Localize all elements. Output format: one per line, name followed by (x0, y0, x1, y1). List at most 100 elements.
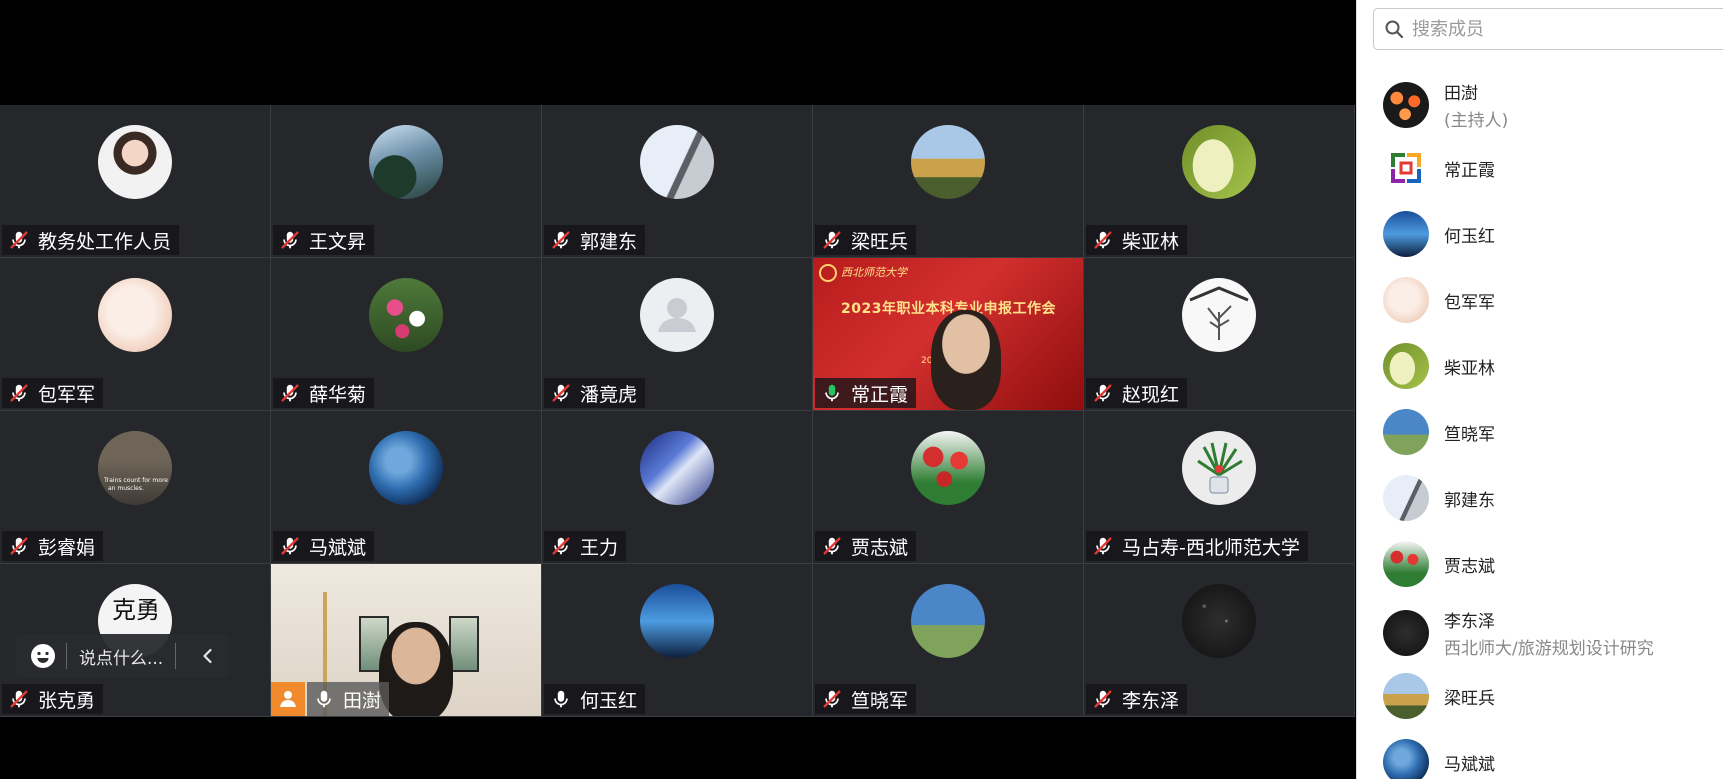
chat-divider (66, 643, 67, 669)
participant-nameplate: 彭睿娟 (2, 531, 104, 561)
participant-nameplate: 包军军 (2, 378, 104, 408)
avatar (911, 125, 985, 199)
participant-name: 马斌斌 (309, 536, 367, 559)
member-panel: 田澍 (主持人) 常正霞 何玉红 包军军 柴亚林 笪晓军 郭建东 (1356, 0, 1723, 779)
member-item[interactable]: 田澍 (主持人) (1383, 79, 1508, 131)
participant-grid: 教务处工作人员 王文昇 郭建东 梁旺兵 柴亚林 包军军 薛华菊 潘竟虎 西北师范… (0, 105, 1355, 717)
participant-name: 马占寿-西北师范大学 (1122, 536, 1300, 559)
participant-tile[interactable]: 王文昇 (271, 105, 541, 257)
member-item[interactable]: 梁旺兵 (1383, 673, 1495, 719)
avatar (911, 584, 985, 658)
participant-tile[interactable]: 梁旺兵 (813, 105, 1083, 257)
participant-nameplate: 马占寿-西北师范大学 (1086, 531, 1308, 561)
member-avatar (1383, 409, 1429, 455)
avatar (1182, 431, 1256, 505)
participant-tile[interactable]: 笪晓军 (813, 564, 1083, 716)
participant-tile[interactable]: 潘竟虎 (542, 258, 812, 410)
participant-tile[interactable]: 李东泽 (1084, 564, 1354, 716)
member-name: 柴亚林 (1444, 358, 1495, 379)
mic-muted-icon (550, 382, 572, 404)
member-item[interactable]: 笪晓军 (1383, 409, 1495, 455)
mic-muted-icon (8, 688, 30, 710)
banner-university: 西北师范大学 (841, 266, 907, 279)
participant-nameplate: 王力 (544, 531, 627, 561)
member-name: 包军军 (1444, 292, 1495, 313)
member-name: 田澍 (1444, 84, 1478, 104)
member-item[interactable]: 马斌斌 (1383, 739, 1495, 779)
participant-name: 潘竟虎 (580, 383, 638, 406)
mic-muted-icon (550, 229, 572, 251)
member-avatar (1383, 610, 1429, 656)
avatar (640, 431, 714, 505)
member-name: 何玉红 (1444, 226, 1495, 247)
participant-name: 常正霞 (851, 383, 909, 406)
member-name: 笪晓军 (1444, 424, 1495, 445)
avatar (1182, 584, 1256, 658)
member-avatar (1383, 541, 1429, 587)
chat-placeholder[interactable]: 说点什么... (79, 644, 163, 669)
participant-name: 何玉红 (580, 689, 638, 712)
member-item[interactable]: 常正霞 (1383, 145, 1495, 191)
participant-name: 王文昇 (309, 230, 367, 253)
member-name: 梁旺兵 (1444, 688, 1495, 709)
participant-nameplate: 李东泽 (1086, 684, 1188, 714)
member-item[interactable]: 郭建东 (1383, 475, 1495, 521)
participant-tile[interactable]: 贾志斌 (813, 411, 1083, 563)
member-item[interactable]: 贾志斌 (1383, 541, 1495, 587)
mic-muted-icon (1092, 229, 1114, 251)
mic-muted-icon (279, 229, 301, 251)
member-role: (主持人) (1444, 111, 1509, 131)
member-name: 郭建东 (1444, 490, 1495, 511)
member-avatar (1383, 277, 1429, 323)
member-avatar (1383, 343, 1429, 389)
member-avatar (1383, 211, 1429, 257)
participant-tile[interactable]: 薛华菊 (271, 258, 541, 410)
participant-tile[interactable]: 王力 (542, 411, 812, 563)
participant-nameplate: 梁旺兵 (815, 225, 917, 255)
participant-name: 薛华菊 (309, 383, 367, 406)
avatar (1182, 125, 1256, 199)
participant-video-tile[interactable]: 西北师范大学 2023年职业本科专业申报工作会 2023 常正霞 (813, 258, 1083, 410)
participant-tile[interactable]: 赵现红 (1084, 258, 1354, 410)
avatar-caption: an muscles. (108, 485, 144, 492)
avatar: Trains count for more an muscles. (98, 431, 172, 505)
avatar (1182, 278, 1256, 352)
member-search-box[interactable] (1373, 8, 1723, 50)
mic-speaking-icon (821, 382, 843, 404)
mic-muted-icon (279, 535, 301, 557)
participant-name: 柴亚林 (1122, 230, 1180, 253)
member-search-input[interactable] (1410, 17, 1694, 41)
smiley-icon[interactable] (30, 643, 56, 669)
member-item[interactable]: 柴亚林 (1383, 343, 1495, 389)
participant-nameplate: 何玉红 (544, 684, 646, 714)
host-video (379, 622, 453, 716)
participant-nameplate: 张克勇 (2, 684, 104, 714)
member-item[interactable]: 李东泽 西北师大/旅游规划设计研究 (1383, 607, 1654, 659)
app-logo-icon (1391, 153, 1421, 183)
member-item[interactable]: 何玉红 (1383, 211, 1495, 257)
participant-tile[interactable]: Trains count for more an muscles. 彭睿娟 (0, 411, 270, 563)
member-avatar (1383, 145, 1429, 191)
mic-muted-icon (8, 535, 30, 557)
participant-nameplate: 柴亚林 (1086, 225, 1188, 255)
avatar (911, 431, 985, 505)
participant-tile[interactable]: 马斌斌 (271, 411, 541, 563)
member-avatar (1383, 739, 1429, 779)
mic-muted-icon (1092, 382, 1114, 404)
mic-muted-icon (821, 688, 843, 710)
participant-nameplate: 笪晓军 (815, 684, 917, 714)
participant-tile[interactable]: 柴亚林 (1084, 105, 1354, 257)
member-item[interactable]: 包军军 (1383, 277, 1495, 323)
participant-name: 笪晓军 (851, 689, 909, 712)
participant-tile[interactable]: 教务处工作人员 (0, 105, 270, 257)
participant-tile[interactable]: 马占寿-西北师范大学 (1084, 411, 1354, 563)
mic-on-icon (313, 688, 335, 710)
chevron-left-icon[interactable] (198, 646, 218, 666)
participant-tile[interactable]: 包军军 (0, 258, 270, 410)
participant-tile[interactable]: 何玉红 (542, 564, 812, 716)
participant-nameplate: 马斌斌 (273, 531, 375, 561)
participant-video-tile[interactable]: 田澍 (271, 564, 541, 716)
participant-tile[interactable]: 郭建东 (542, 105, 812, 257)
chat-input-bar[interactable]: 说点什么... (16, 634, 228, 678)
participant-name: 张克勇 (38, 689, 96, 712)
